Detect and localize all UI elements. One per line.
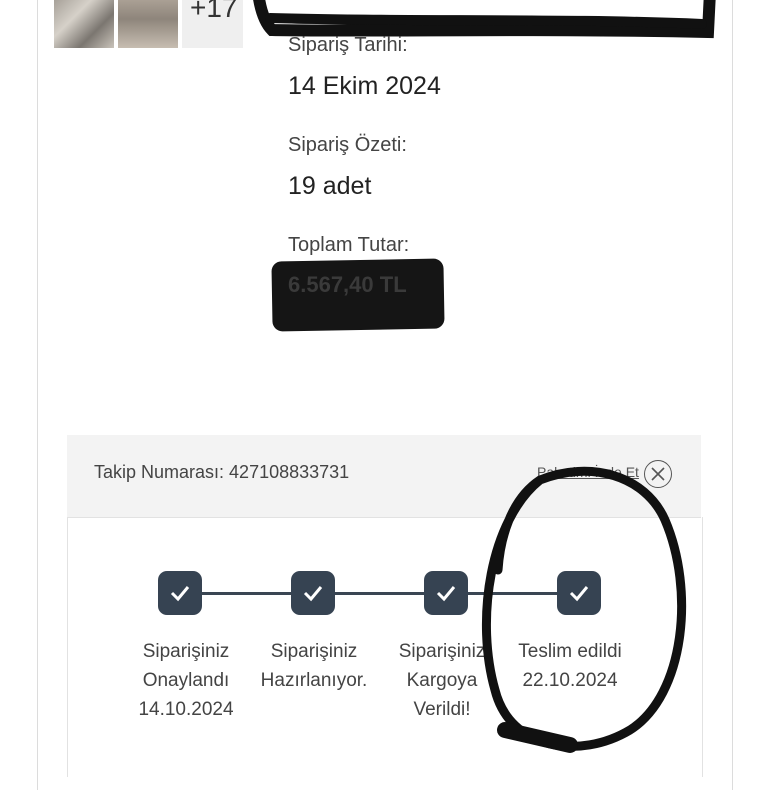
highlight-scribble: [482, 466, 687, 753]
product-thumbnail[interactable]: [54, 0, 114, 48]
order-date-value: 14 Ekim 2024: [288, 72, 441, 100]
order-date-label: Sipariş Tarihi:: [288, 34, 408, 56]
order-total-value: 6.567,40 TL: [288, 272, 407, 297]
order-summary-label: Sipariş Özeti:: [288, 134, 407, 156]
step-check-icon: [424, 571, 468, 615]
order-summary-value: 19 adet: [288, 172, 372, 200]
product-thumbnail[interactable]: [118, 0, 178, 48]
step-check-icon: [158, 571, 202, 615]
more-products-count[interactable]: +17: [182, 0, 243, 48]
tracking-number: Takip Numarası: 427108833731: [94, 462, 350, 482]
step-check-icon: [291, 571, 335, 615]
order-total-label: Toplam Tutar:: [288, 234, 410, 256]
